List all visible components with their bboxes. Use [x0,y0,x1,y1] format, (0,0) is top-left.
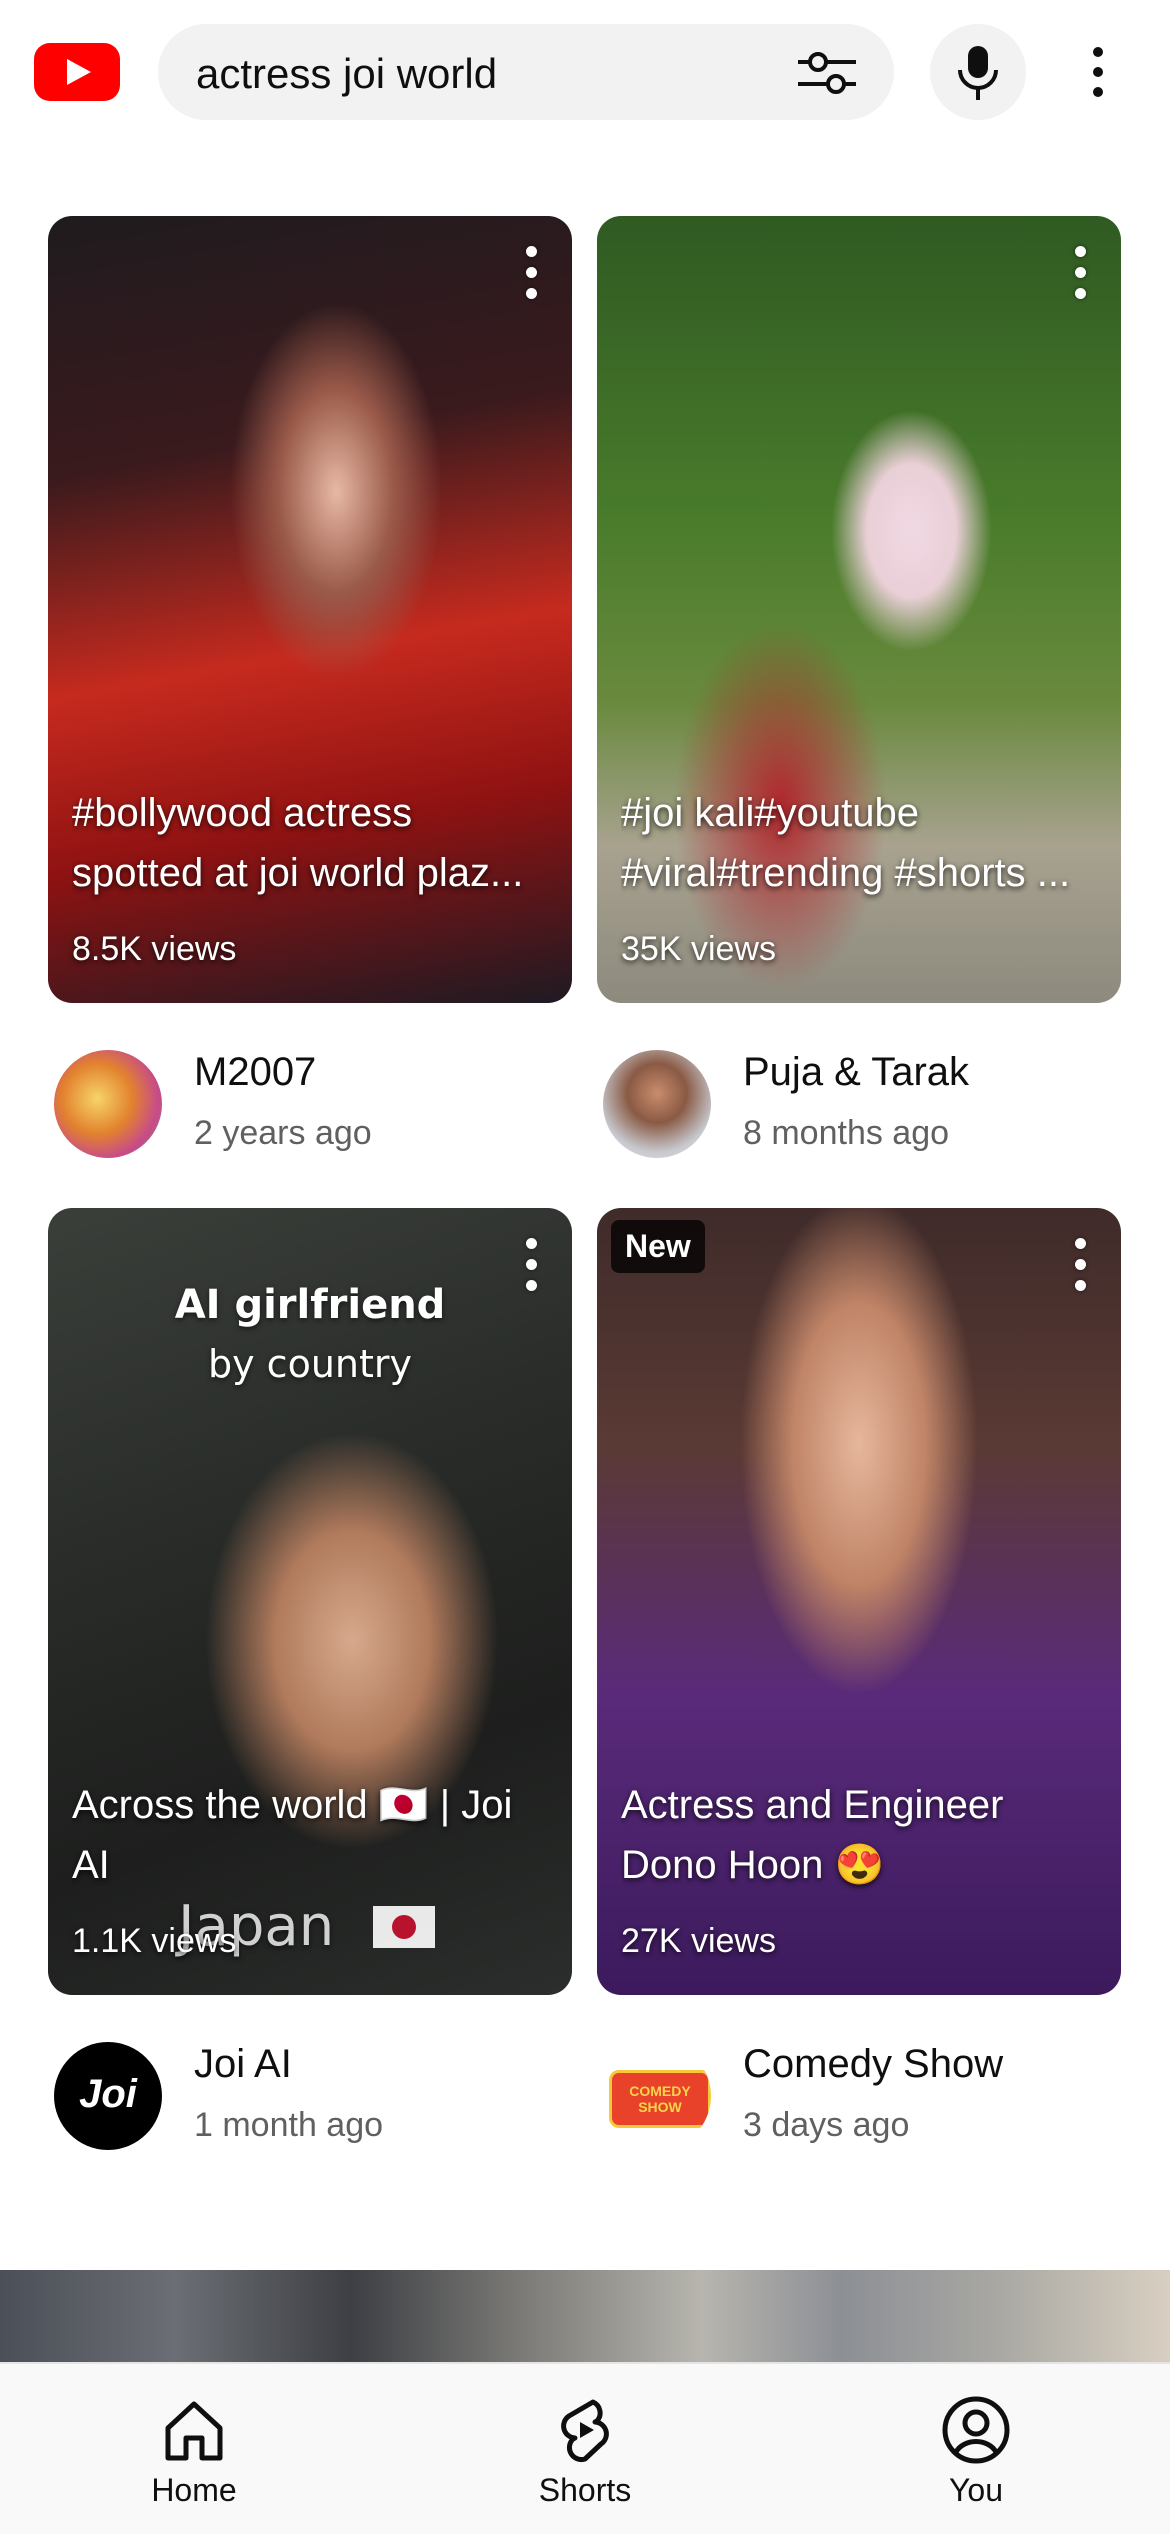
channel-name[interactable]: M2007 [194,1050,316,1095]
video-thumbnail[interactable]: #joi kali#youtube #viral#trending #short… [597,216,1121,1003]
channel-row[interactable]: Joi Joi AI 1 month ago [48,2018,572,2150]
channel-name[interactable]: Puja & Tarak [743,1050,969,1095]
video-title: #bollywood actress spotted at joi world … [72,783,548,903]
upload-time: 3 days ago [743,2106,910,2144]
microphone-icon [958,46,998,100]
nav-you[interactable]: You [876,2364,1076,2534]
more-vert-icon[interactable] [1080,40,1116,104]
nav-shorts[interactable]: Shorts [485,2364,685,2534]
nav-home-label: Home [151,2472,237,2508]
youtube-logo-icon[interactable] [34,43,120,101]
channel-avatar[interactable] [54,1050,162,1158]
channel-row[interactable]: Puja & Tarak 8 months ago [597,1026,1121,1158]
thumbnail-overlay-heading: AI girlfriend [174,1282,446,1328]
channel-row[interactable]: COMEDY SHOW Comedy Show 3 days ago [597,2018,1121,2150]
video-title: #joi kali#youtube #viral#trending #short… [621,783,1097,903]
video-thumbnail[interactable]: New Actress and Engineer Dono Hoon 😍 27K… [597,1208,1121,1995]
shorts-icon [561,2399,609,2463]
search-box[interactable]: actress joi world [158,24,894,120]
top-app-bar: actress joi world [0,0,1170,150]
view-count: 27K views [621,1922,776,1960]
nav-you-label: You [949,2472,1003,2508]
view-count: 35K views [621,930,776,968]
channel-name[interactable]: Joi AI [194,2042,292,2087]
view-count: 8.5K views [72,930,237,968]
video-title-line: Actress and Engineer [621,1783,1004,1827]
filter-sliders-icon[interactable] [796,48,858,98]
channel-name[interactable]: Comedy Show [743,2042,1003,2087]
video-title: Actress and Engineer Dono Hoon 😍 [621,1775,1097,1895]
home-icon [165,2401,223,2461]
channel-row[interactable]: M2007 2 years ago [48,1026,572,1158]
avatar-logo-text: Joi [79,2072,137,2116]
video-title-line: #viral#trending #shorts ... [621,851,1071,895]
video-thumbnail[interactable]: AI girlfriend by country Japan Across th… [48,1208,572,1995]
card-more-icon[interactable] [1075,246,1087,300]
nav-shorts-label: Shorts [538,2472,632,2508]
channel-avatar[interactable]: Joi [54,2042,162,2150]
video-thumbnail[interactable]: #bollywood actress spotted at joi world … [48,216,572,1003]
thumbnail-overlay-subheading: by country [207,1342,412,1386]
channel-avatar[interactable] [603,1050,711,1158]
avatar-logo-text: COMEDY SHOW [629,2083,691,2115]
card-more-icon[interactable] [1075,1238,1087,1292]
bottom-navigation: Home Shorts You [0,2362,1170,2534]
video-title-line: #bollywood actress [72,791,413,835]
nav-home[interactable]: Home [94,2364,294,2534]
card-more-icon[interactable] [526,246,538,300]
new-badge: New [611,1220,705,1273]
you-account-icon [942,2396,1010,2464]
video-title-line: #joi kali#youtube [621,791,919,835]
search-input[interactable]: actress joi world [196,50,497,98]
video-title-line: spotted at joi world plaz... [72,851,524,895]
video-title-line: Across the world 🇯🇵 | Joi [72,1783,513,1827]
upload-time: 1 month ago [194,2106,384,2144]
japan-flag-icon [373,1906,435,1948]
upload-time: 8 months ago [743,1114,950,1152]
video-title-line: Dono Hoon 😍 [621,1843,885,1887]
video-title: Across the world 🇯🇵 | Joi AI [72,1775,548,1895]
view-count: 1.1K views [72,1922,237,1960]
voice-search-button[interactable] [930,24,1026,120]
channel-avatar[interactable]: COMEDY SHOW [603,2042,711,2150]
upload-time: 2 years ago [194,1114,372,1152]
video-title-line: AI [72,1843,110,1887]
